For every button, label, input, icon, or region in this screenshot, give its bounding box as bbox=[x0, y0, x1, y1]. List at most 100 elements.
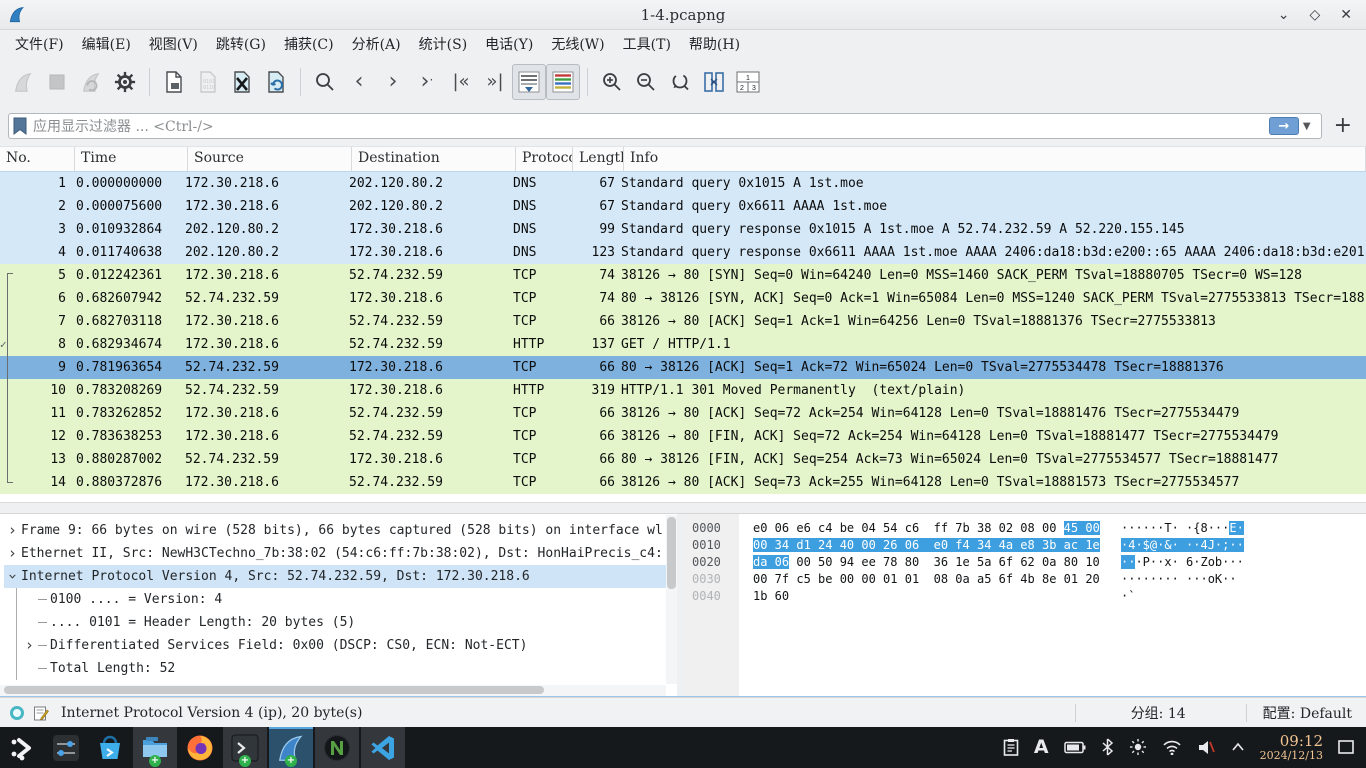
menu-item-6[interactable]: 统计(S) bbox=[410, 31, 477, 57]
start-capture-button[interactable] bbox=[6, 64, 40, 100]
volume-muted-icon[interactable] bbox=[1197, 739, 1216, 756]
menu-item-4[interactable]: 捕获(C) bbox=[275, 31, 343, 57]
hex-row-0040[interactable]: 00401b 60·` bbox=[683, 588, 1366, 605]
filter-dropdown-caret[interactable]: ▼ bbox=[1299, 121, 1317, 132]
bookmark-icon[interactable] bbox=[13, 117, 27, 135]
tree-expander-icon[interactable]: › bbox=[21, 634, 38, 657]
capture-comment-icon[interactable] bbox=[33, 705, 49, 721]
packet-row-2[interactable]: 20.000075600172.30.218.6202.120.80.2DNS6… bbox=[0, 195, 1366, 218]
capture-options-button[interactable] bbox=[108, 64, 142, 100]
battery-icon[interactable] bbox=[1064, 741, 1086, 754]
clipboard-icon[interactable] bbox=[1003, 738, 1019, 756]
settings-app-icon[interactable] bbox=[44, 727, 88, 768]
column-info[interactable]: Info bbox=[624, 147, 1366, 171]
hex-row-0010[interactable]: 001000 34 d1 24 40 00 26 06 e0 f4 34 4a … bbox=[683, 537, 1366, 554]
detail-line-0[interactable]: ›Frame 9: 66 bytes on wire (528 bits), 6… bbox=[4, 519, 677, 542]
tray-expander-icon[interactable] bbox=[1231, 742, 1245, 752]
column-no[interactable]: No. bbox=[0, 147, 75, 171]
menu-item-9[interactable]: 工具(T) bbox=[614, 31, 680, 57]
detail-line-6[interactable]: Total Length: 52 bbox=[4, 657, 677, 680]
go-last-packet-button[interactable]: »| bbox=[478, 64, 512, 100]
detail-line-2[interactable]: ›Internet Protocol Version 4, Src: 52.74… bbox=[4, 565, 677, 588]
packet-row-14[interactable]: 140.880372876172.30.218.652.74.232.59TCP… bbox=[0, 471, 1366, 494]
packet-row-8[interactable]: ✓80.682934674172.30.218.652.74.232.59HTT… bbox=[0, 333, 1366, 356]
go-forward-button[interactable]: › bbox=[376, 64, 410, 100]
open-file-button[interactable] bbox=[157, 64, 191, 100]
keyboard-layout-icon[interactable]: A bbox=[1034, 736, 1049, 758]
packet-row-13[interactable]: 130.88028700252.74.232.59172.30.218.6TCP… bbox=[0, 448, 1366, 471]
resize-columns-button[interactable] bbox=[697, 64, 731, 100]
tree-expander-icon[interactable]: › bbox=[4, 519, 21, 542]
column-protocol[interactable]: Protocol bbox=[516, 147, 573, 171]
menu-item-0[interactable]: 文件(F) bbox=[6, 31, 73, 57]
clock[interactable]: 09:12 2024/12/13 bbox=[1260, 734, 1323, 761]
menu-item-8[interactable]: 无线(W) bbox=[542, 31, 613, 57]
menu-item-5[interactable]: 分析(A) bbox=[343, 31, 410, 57]
column-length[interactable]: Length bbox=[573, 147, 624, 171]
wifi-icon[interactable] bbox=[1162, 739, 1182, 755]
minimize-button[interactable]: ⌄ bbox=[1278, 0, 1290, 30]
pane-splitter[interactable] bbox=[0, 502, 1366, 514]
packet-row-6[interactable]: 60.68260794252.74.232.59172.30.218.6TCP7… bbox=[0, 287, 1366, 310]
tree-expander-icon[interactable]: › bbox=[1, 568, 24, 585]
hex-row-0030[interactable]: 003000 7f c5 be 00 00 01 01 08 0a a5 6f … bbox=[683, 571, 1366, 588]
go-back-button[interactable]: ‹ bbox=[342, 64, 376, 100]
zoom-in-button[interactable] bbox=[595, 64, 629, 100]
add-filter-button[interactable]: + bbox=[1328, 115, 1358, 137]
zoom-reset-button[interactable] bbox=[663, 64, 697, 100]
maximize-button[interactable]: ◇ bbox=[1309, 0, 1320, 30]
display-filter-input[interactable]: 应用显示过滤器 ... <Ctrl-/> → ▼ bbox=[8, 113, 1322, 139]
packet-row-9[interactable]: 90.78196365452.74.232.59172.30.218.6TCP6… bbox=[0, 356, 1366, 379]
detail-line-4[interactable]: .... 0101 = Header Length: 20 bytes (5) bbox=[4, 611, 677, 634]
menu-item-3[interactable]: 跳转(G) bbox=[207, 31, 275, 57]
firefox-app-icon[interactable] bbox=[178, 727, 222, 768]
colorize-button[interactable] bbox=[546, 64, 580, 100]
detail-line-3[interactable]: 0100 .... = Version: 4 bbox=[4, 588, 677, 611]
packet-row-7[interactable]: 70.682703118172.30.218.652.74.232.59TCP6… bbox=[0, 310, 1366, 333]
menu-item-1[interactable]: 编辑(E) bbox=[73, 31, 140, 57]
bluetooth-icon[interactable] bbox=[1101, 738, 1114, 756]
detail-line-1[interactable]: ›Ethernet II, Src: NewH3CTechno_7b:38:02… bbox=[4, 542, 677, 565]
detail-horizontal-scrollbar[interactable] bbox=[0, 685, 666, 696]
file-manager-app-icon[interactable]: + bbox=[133, 727, 177, 768]
reload-file-button[interactable] bbox=[259, 64, 293, 100]
show-desktop-icon[interactable] bbox=[1338, 740, 1354, 754]
discover-app-icon[interactable] bbox=[88, 727, 132, 768]
packet-row-10[interactable]: 100.78320826952.74.232.59172.30.218.6HTT… bbox=[0, 379, 1366, 402]
packet-row-5[interactable]: 50.012242361172.30.218.652.74.232.59TCP7… bbox=[0, 264, 1366, 287]
close-button[interactable]: ✕ bbox=[1340, 0, 1352, 30]
packet-row-4[interactable]: 40.011740638202.120.80.2172.30.218.6DNS1… bbox=[0, 241, 1366, 264]
tree-expander-icon[interactable]: › bbox=[4, 542, 21, 565]
profile-status[interactable]: 配置: Default bbox=[1247, 703, 1366, 723]
stop-capture-button[interactable] bbox=[40, 64, 74, 100]
packet-row-1[interactable]: 10.000000000172.30.218.6202.120.80.2DNS6… bbox=[0, 172, 1366, 195]
menu-item-2[interactable]: 视图(V) bbox=[140, 31, 207, 57]
hex-row-0020[interactable]: 0020da 06 00 50 94 ee 78 80 36 1e 5a 6f … bbox=[683, 554, 1366, 571]
go-first-packet-button[interactable]: |« bbox=[444, 64, 478, 100]
brightness-icon[interactable] bbox=[1129, 738, 1147, 756]
restart-capture-button[interactable] bbox=[74, 64, 108, 100]
column-source[interactable]: Source bbox=[188, 147, 352, 171]
menu-item-10[interactable]: 帮助(H) bbox=[680, 31, 749, 57]
auto-scroll-button[interactable] bbox=[512, 64, 546, 100]
column-destination[interactable]: Destination bbox=[352, 147, 516, 171]
expert-info-icon[interactable] bbox=[10, 706, 24, 720]
vscode-app-icon[interactable] bbox=[361, 727, 405, 768]
packet-row-3[interactable]: 30.010932864202.120.80.2172.30.218.6DNS9… bbox=[0, 218, 1366, 241]
column-time[interactable]: Time bbox=[75, 147, 188, 171]
save-file-button[interactable]: 01010110 bbox=[191, 64, 225, 100]
packet-row-11[interactable]: 110.783262852172.30.218.652.74.232.59TCP… bbox=[0, 402, 1366, 425]
zoom-out-button[interactable] bbox=[629, 64, 663, 100]
neovim-app-icon[interactable] bbox=[315, 727, 359, 768]
go-to-packet-button[interactable]: ›· bbox=[410, 64, 444, 100]
app-launcher-button[interactable] bbox=[0, 727, 44, 768]
detail-vertical-scrollbar[interactable] bbox=[666, 515, 677, 684]
close-file-button[interactable] bbox=[225, 64, 259, 100]
terminal-app-icon[interactable]: + bbox=[223, 727, 267, 768]
packet-row-12[interactable]: 120.783638253172.30.218.652.74.232.59TCP… bbox=[0, 425, 1366, 448]
number-columns-button[interactable]: 123 bbox=[731, 64, 765, 100]
menu-item-7[interactable]: 电话(Y) bbox=[476, 31, 542, 57]
wireshark-task-button[interactable]: + bbox=[269, 727, 313, 768]
find-packet-button[interactable] bbox=[308, 64, 342, 100]
detail-line-5[interactable]: ›Differentiated Services Field: 0x00 (DS… bbox=[4, 634, 677, 657]
